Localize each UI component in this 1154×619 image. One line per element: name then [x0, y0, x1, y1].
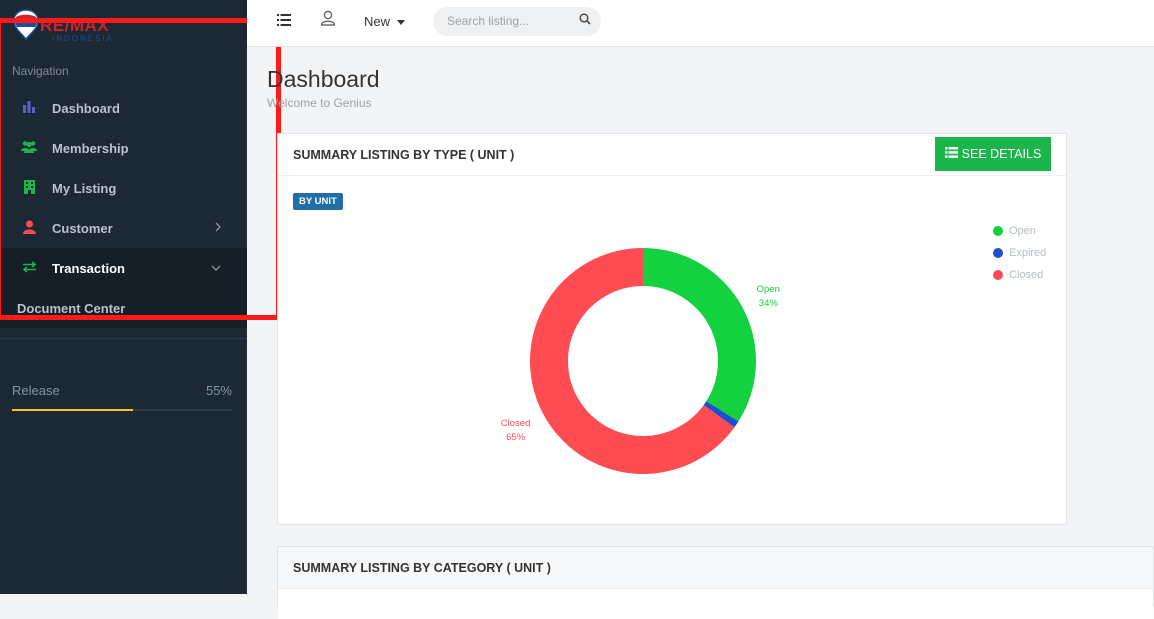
data-label-closed-name: Closed: [501, 418, 531, 429]
sidebar-item-transaction[interactable]: Transaction: [0, 248, 247, 288]
remax-logo[interactable]: RE/MAX INDONESIA: [12, 6, 132, 46]
sidebar-item-label: My Listing: [52, 180, 117, 196]
balloon-icon: [13, 9, 39, 40]
bar-chart-icon: [20, 100, 38, 116]
menu-toggle-icon[interactable]: [277, 13, 291, 30]
logo-text: RE/MAX: [40, 16, 110, 35]
chart-legend: Open Expired Closed: [993, 220, 1046, 286]
search-box: [433, 7, 601, 36]
legend-item-expired[interactable]: Expired: [993, 242, 1046, 264]
summary-by-type-panel: SUMMARY LISTING BY TYPE ( UNIT ) SEE DET…: [277, 133, 1067, 525]
sidebar: RE/MAX INDONESIA Navigation Dashboard Me…: [0, 0, 247, 594]
chevron-right-icon: [215, 222, 221, 235]
users-icon: [20, 140, 38, 156]
sidebar-item-dashboard[interactable]: Dashboard: [0, 88, 247, 128]
donut-slice-open[interactable]: [643, 248, 756, 422]
release-progress-bar: [12, 409, 232, 411]
navigation-label: Navigation: [12, 64, 69, 78]
legend-label: Open: [1009, 225, 1036, 237]
search-icon[interactable]: [579, 13, 591, 28]
sidebar-item-customer[interactable]: Customer: [0, 208, 247, 248]
legend-label: Closed: [1009, 269, 1044, 281]
data-label-open-name: Open: [757, 284, 780, 295]
sidebar-item-my-listing[interactable]: My Listing: [0, 168, 247, 208]
data-label-closed-value: 65%: [506, 432, 526, 443]
new-dropdown[interactable]: New: [364, 14, 405, 29]
user-profile-icon[interactable]: [320, 10, 336, 31]
legend-dot: [993, 226, 1003, 236]
release-progress-fill: [12, 409, 133, 411]
chevron-down-icon: [211, 262, 221, 274]
sidebar-item-membership[interactable]: Membership: [0, 128, 247, 168]
sidebar-subitem-label: Document Center: [17, 300, 126, 316]
logo-subtext: INDONESIA: [52, 34, 115, 43]
legend-dot: [993, 270, 1003, 280]
page-title: Dashboard: [267, 66, 380, 92]
donut-chart: Open 34% Closed 65%: [501, 248, 780, 475]
data-label-open-value: 34%: [759, 298, 779, 309]
release-label: Release: [12, 383, 60, 398]
caret-down-icon: [396, 20, 405, 26]
panel-body: [278, 588, 1153, 619]
release-progress-label: Release 55%: [12, 383, 232, 398]
sidebar-item-label: Dashboard: [52, 100, 120, 116]
legend-label: Expired: [1009, 247, 1047, 259]
sidebar-item-label: Transaction: [52, 260, 125, 276]
sidebar-subitem-document-center[interactable]: Document Center: [0, 288, 247, 328]
user-icon: [20, 220, 38, 237]
page-subtitle: Welcome to Genius: [267, 96, 372, 110]
sidebar-item-label: Customer: [52, 220, 113, 236]
new-label: New: [364, 14, 391, 29]
exchange-icon: [20, 260, 38, 276]
search-input[interactable]: [447, 14, 572, 28]
panel-title: SUMMARY LISTING BY CATEGORY ( UNIT ): [293, 561, 551, 575]
release-percent: 55%: [205, 383, 232, 398]
legend-dot: [993, 248, 1003, 258]
legend-item-closed[interactable]: Closed: [993, 264, 1046, 286]
top-bar: New: [247, 0, 1154, 47]
summary-by-category-panel: SUMMARY LISTING BY CATEGORY ( UNIT ): [277, 546, 1154, 619]
sidebar-item-label: Membership: [52, 140, 129, 156]
sidebar-divider: [0, 338, 247, 339]
building-icon: [20, 179, 38, 197]
legend-item-open[interactable]: Open: [993, 220, 1046, 242]
